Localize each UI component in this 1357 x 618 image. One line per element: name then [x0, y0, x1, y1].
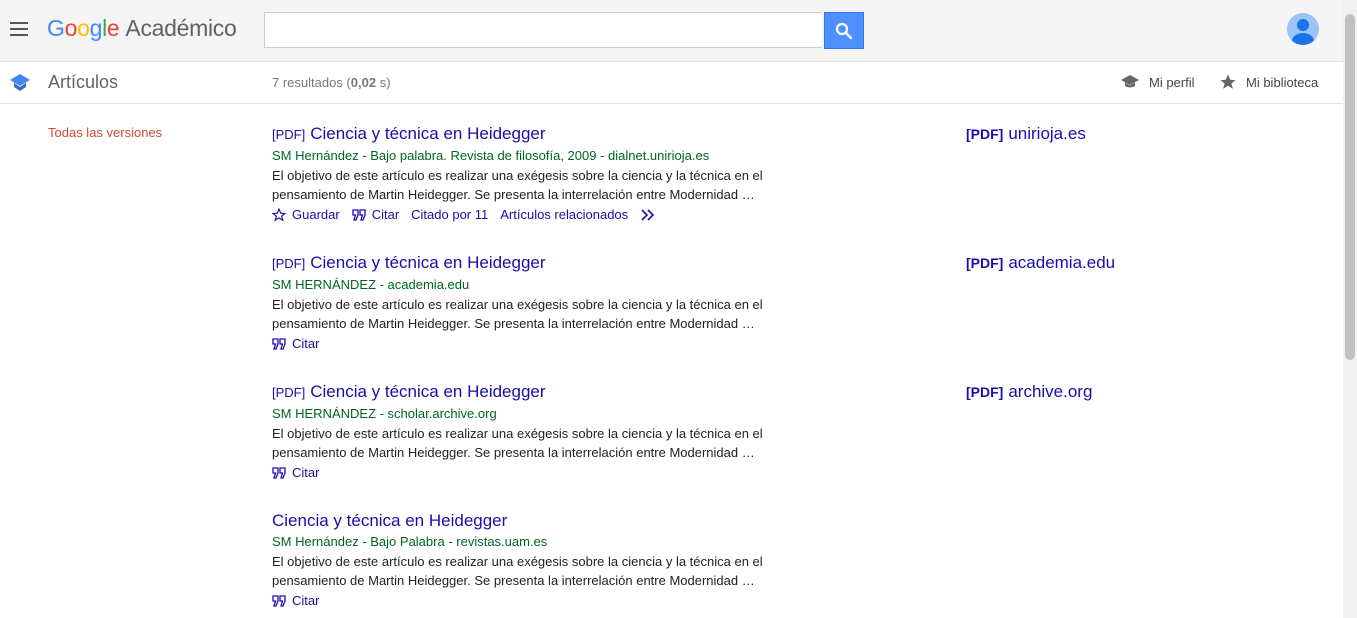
- quote-icon: [352, 209, 366, 221]
- result-count-prefix: 7 resultados (: [272, 75, 351, 90]
- result-count: 7 resultados (0,02 s): [272, 75, 391, 90]
- cite-button[interactable]: Citar: [272, 334, 319, 354]
- search-button[interactable]: [824, 12, 864, 49]
- cite-button[interactable]: Citar: [272, 591, 319, 611]
- result-snippet: El objetivo de este artículo es realizar…: [272, 168, 763, 202]
- google-scholar-logo[interactable]: Google Académico: [47, 15, 237, 42]
- pdf-tag: [PDF]: [966, 384, 1004, 400]
- double-chevron-right-icon: [641, 209, 655, 221]
- cite-label: Citar: [292, 465, 320, 480]
- logo-letter: o: [64, 15, 78, 41]
- save-label: Guardar: [292, 207, 340, 222]
- search-result: [PDF] Ciencia y técnica en Heidegger SM H…: [272, 382, 792, 483]
- cite-label: Citar: [292, 593, 320, 608]
- side-pdf-link[interactable]: [PDF] academia.edu: [966, 253, 1115, 273]
- graduation-cap-icon: [1121, 75, 1139, 88]
- quote-icon: [272, 467, 286, 479]
- logo-letter: o: [77, 15, 90, 41]
- result-actions: Citar: [272, 463, 792, 483]
- all-versions-link[interactable]: Todas las versiones: [48, 125, 162, 140]
- related-articles-link[interactable]: Artículos relacionados: [500, 205, 628, 225]
- hamburger-menu-icon[interactable]: [8, 18, 30, 40]
- result-meta: SM Hernández - Bajo palabra. Revista de …: [272, 148, 710, 163]
- search-result: Ciencia y técnica en Heidegger SM Hernán…: [272, 511, 792, 611]
- result-actions: Guardar Citar Citado por 11 Artículos re…: [272, 205, 792, 225]
- save-button[interactable]: Guardar: [272, 205, 340, 225]
- pdf-tag: [PDF]: [272, 385, 306, 400]
- result-actions: Citar: [272, 334, 792, 354]
- cite-label: Citar: [292, 336, 320, 351]
- result-title: Ciencia y técnica en Heidegger: [310, 124, 546, 143]
- graduation-cap-icon: [9, 72, 31, 97]
- pdf-tag: [PDF]: [966, 126, 1004, 142]
- result-title: Ciencia y técnica en Heidegger: [310, 382, 546, 401]
- scrollbar-thumb[interactable]: [1345, 14, 1355, 360]
- search-result: [PDF] Ciencia y técnica en Heidegger SM H…: [272, 253, 792, 354]
- quote-icon: [272, 338, 286, 350]
- logo-letter: g: [89, 15, 103, 41]
- result-count-suffix: s): [376, 75, 391, 90]
- side-link-domain: unirioja.es: [1008, 124, 1086, 143]
- result-title-link[interactable]: Ciencia y técnica en Heidegger: [272, 511, 792, 531]
- account-avatar[interactable]: [1287, 13, 1319, 45]
- my-profile-link[interactable]: Mi perfil: [1120, 73, 1195, 91]
- side-pdf-link[interactable]: [PDF] archive.org: [966, 382, 1092, 402]
- my-library-link[interactable]: Mi biblioteca: [1219, 73, 1318, 91]
- more-options-button[interactable]: [640, 209, 662, 221]
- result-actions: Citar: [272, 591, 792, 611]
- star-icon: [1220, 74, 1236, 89]
- result-snippet: El objetivo de este artículo es realizar…: [272, 297, 763, 331]
- search-input[interactable]: [264, 12, 822, 48]
- cite-button[interactable]: Citar: [352, 205, 399, 225]
- logo-letter: e: [106, 15, 120, 41]
- user-icon: [1292, 19, 1314, 45]
- section-title: Artículos: [48, 72, 119, 92]
- side-link-domain: archive.org: [1008, 382, 1093, 401]
- result-title-link[interactable]: [PDF] Ciencia y técnica en Heidegger: [272, 253, 792, 274]
- cite-button[interactable]: Citar: [272, 463, 319, 483]
- pdf-tag: [PDF]: [966, 255, 1004, 271]
- side-pdf-link[interactable]: [PDF] unirioja.es: [966, 124, 1086, 144]
- side-link-domain: academia.edu: [1008, 253, 1116, 272]
- my-profile-label: Mi perfil: [1149, 74, 1195, 90]
- result-title-link[interactable]: [PDF] Ciencia y técnica en Heidegger: [272, 124, 792, 145]
- cited-by-link[interactable]: Citado por 11: [411, 205, 488, 225]
- logo-suffix: Académico: [125, 15, 237, 41]
- result-meta: SM HERNÁNDEZ - academia.edu: [272, 277, 470, 292]
- star-outline-icon: [272, 208, 286, 222]
- result-title: Ciencia y técnica en Heidegger: [310, 253, 546, 272]
- result-snippet: El objetivo de este artículo es realizar…: [272, 554, 763, 588]
- pdf-tag: [PDF]: [272, 256, 306, 271]
- result-title: Ciencia y técnica en Heidegger: [272, 511, 508, 530]
- search-result: [PDF] Ciencia y técnica en Heidegger SM H…: [272, 124, 792, 225]
- result-snippet: El objetivo de este artículo es realizar…: [272, 426, 763, 460]
- quote-icon: [272, 595, 286, 607]
- pdf-tag: [PDF]: [272, 127, 306, 142]
- result-title-link[interactable]: [PDF] Ciencia y técnica en Heidegger: [272, 382, 792, 403]
- my-library-label: Mi biblioteca: [1246, 74, 1319, 90]
- cite-label: Citar: [371, 207, 400, 222]
- result-meta: SM Hernández - Bajo Palabra - revistas.u…: [272, 534, 548, 549]
- search-icon: [835, 22, 853, 39]
- result-meta: SM HERNÁNDEZ - scholar.archive.org: [272, 406, 497, 421]
- logo-letter: G: [47, 15, 65, 41]
- result-time: 0,02: [350, 75, 377, 90]
